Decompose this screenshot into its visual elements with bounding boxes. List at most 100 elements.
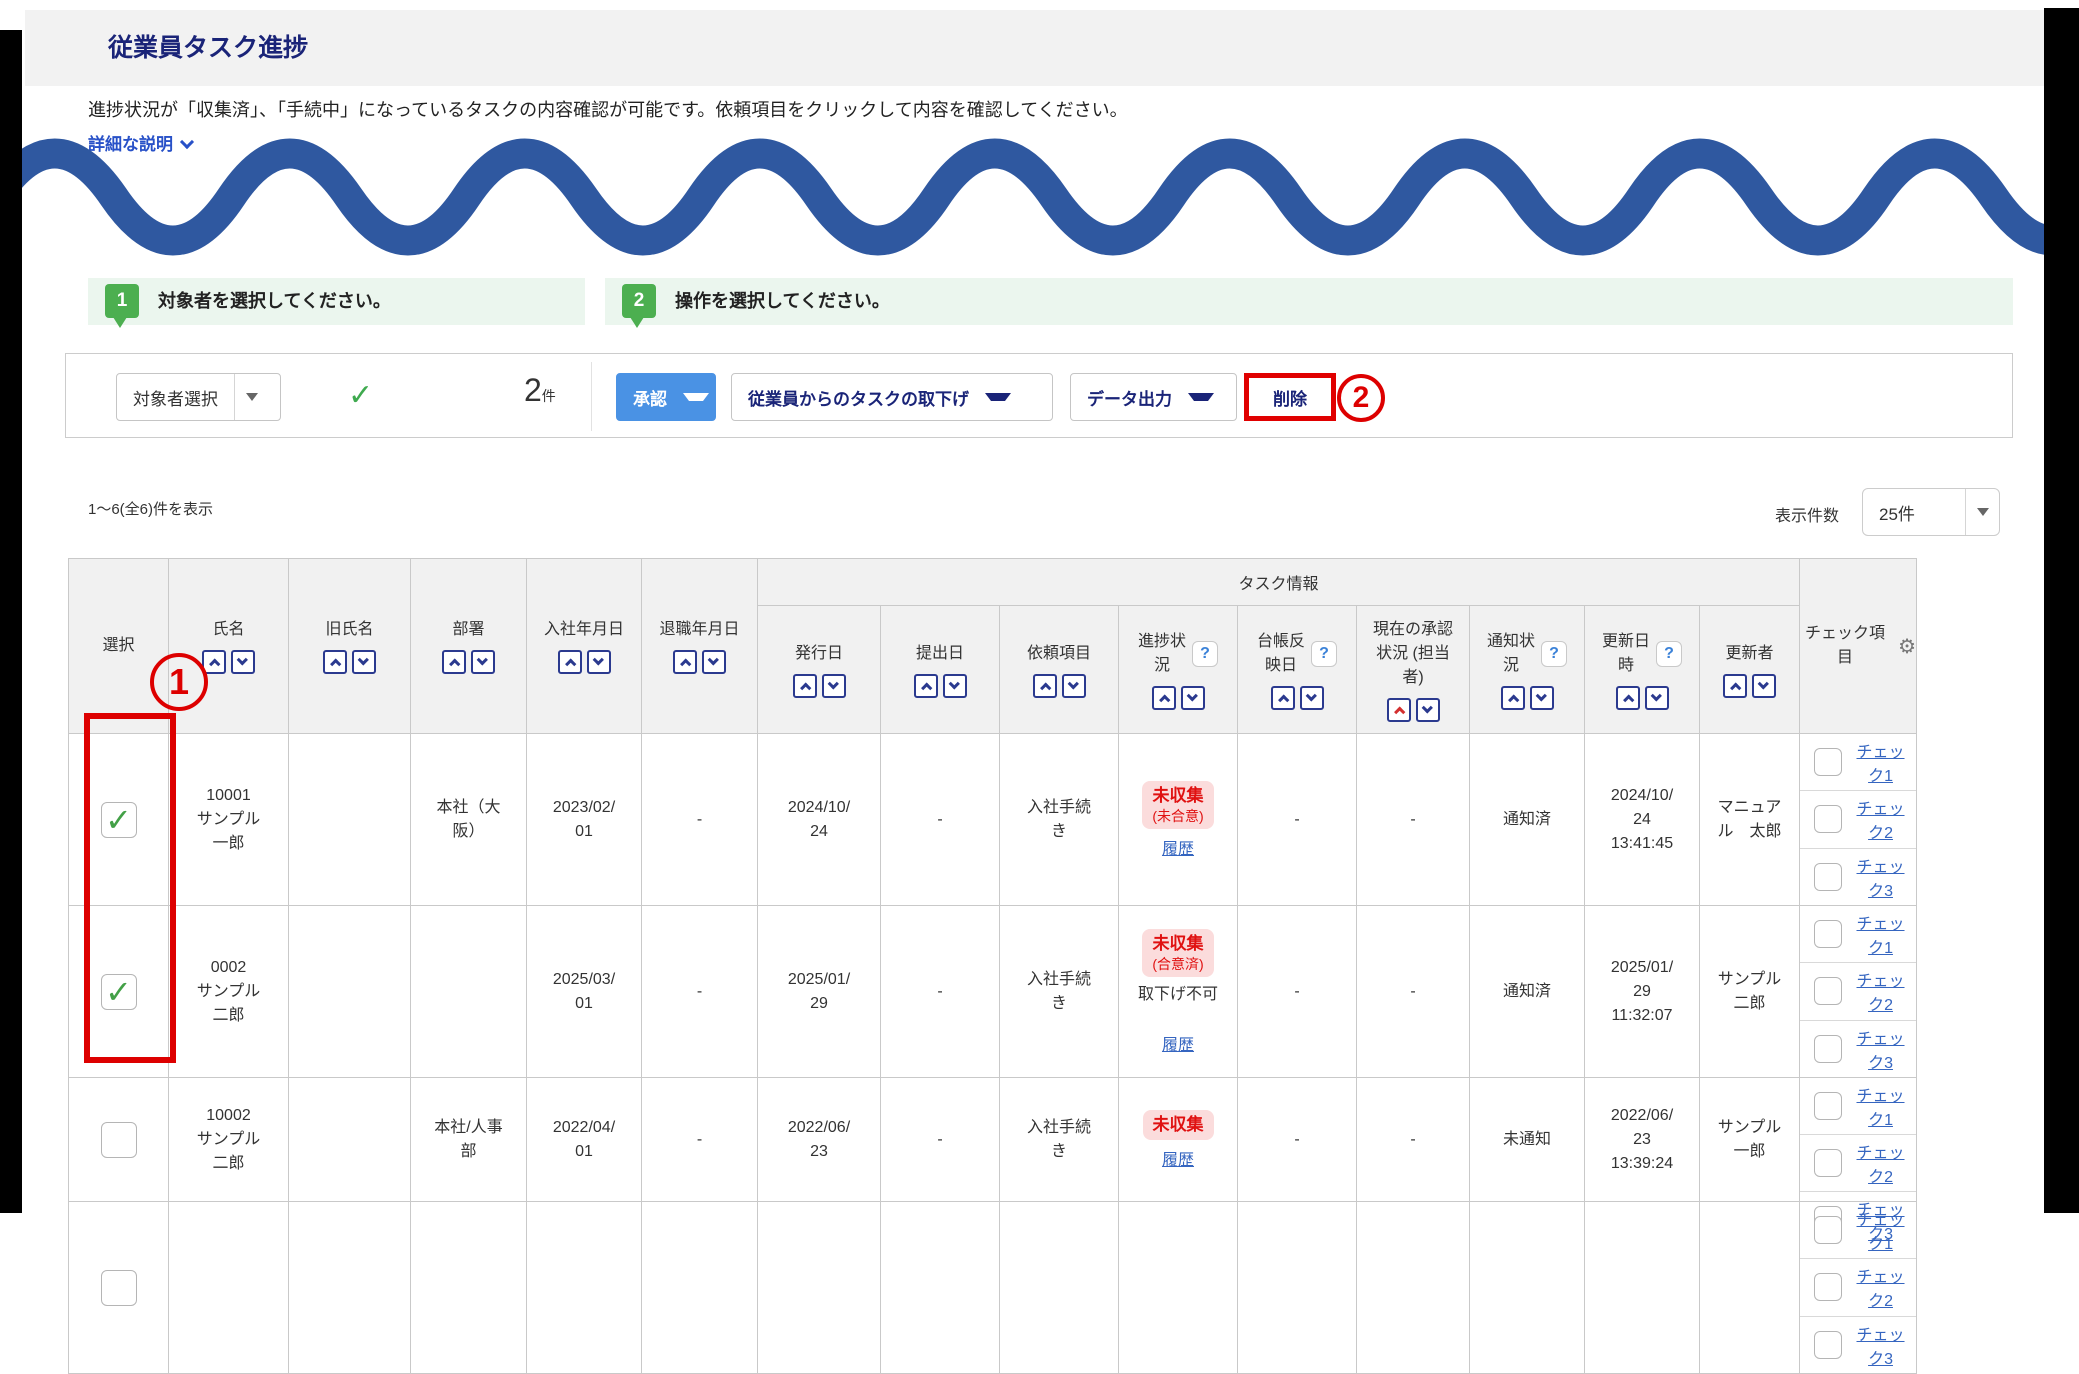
check-item-checkbox[interactable] xyxy=(1814,920,1842,948)
sort-desc-button[interactable] xyxy=(352,650,376,674)
cell-updater: マニュアル 太郎 xyxy=(1700,734,1800,906)
history-link[interactable]: 履歴 xyxy=(1162,1146,1194,1170)
sort-desc-button[interactable] xyxy=(1181,686,1205,710)
col-label-ledger_date: 台帳反映日? xyxy=(1238,630,1356,678)
data-export-button[interactable]: データ出力 xyxy=(1070,373,1237,421)
row-select-checkbox[interactable] xyxy=(101,1122,137,1158)
check-item-checkbox[interactable] xyxy=(1814,977,1842,1005)
selected-count: 2件 xyxy=(524,372,556,409)
sort-desc-button[interactable] xyxy=(471,650,495,674)
chevron-down-icon xyxy=(477,654,488,665)
cell-check_items: チェック1 チェック2 チェック3 xyxy=(1800,734,1917,906)
cell-select xyxy=(69,1202,169,1374)
detail-description-link[interactable]: 詳細な説明 xyxy=(88,130,192,155)
check-item-link[interactable]: チェック1 xyxy=(1853,1082,1908,1130)
sort-asc-button[interactable] xyxy=(1723,674,1747,698)
row-select-checkbox[interactable] xyxy=(101,1270,137,1306)
sort-desc-button[interactable] xyxy=(822,674,846,698)
sort-asc-button[interactable] xyxy=(1616,686,1640,710)
header-row-1: 選択氏名旧氏名部署入社年月日退職年月日タスク情報チェック項目⚙ xyxy=(69,559,1917,606)
dropdown-caret-icon xyxy=(1965,489,1999,535)
sort-desc-button[interactable] xyxy=(1530,686,1554,710)
annotation-circle-2: 2 xyxy=(1337,374,1385,422)
check-item-link[interactable]: チェック1 xyxy=(1853,738,1908,786)
target-select-dropdown[interactable]: 対象者選択 xyxy=(116,373,281,421)
col-label-hire_date: 入社年月日 xyxy=(527,618,641,642)
delete-button[interactable]: 削除 xyxy=(1244,373,1336,421)
col-label-issue_date: 発行日 xyxy=(758,642,880,666)
withdraw-task-button[interactable]: 従業員からのタスクの取下げ xyxy=(731,373,1053,421)
chevron-down-icon xyxy=(180,135,194,149)
chevron-down-icon xyxy=(1535,690,1546,701)
cell-request_item[interactable]: 入社手続き xyxy=(1000,734,1119,906)
check-item-checkbox[interactable] xyxy=(1814,1273,1842,1301)
sort-asc-button[interactable] xyxy=(914,674,938,698)
progress-status-badge: 未収集(合意済) xyxy=(1142,929,1213,977)
cell-retire_date: - xyxy=(642,1078,758,1202)
sort-asc-button[interactable] xyxy=(1387,698,1411,722)
sort-desc-button[interactable] xyxy=(231,650,255,674)
page-title: 従業員タスク進捗 xyxy=(108,10,2044,86)
sort-desc-button[interactable] xyxy=(1416,698,1440,722)
chevron-up-icon xyxy=(330,658,341,669)
check-item-checkbox[interactable] xyxy=(1814,805,1842,833)
sort-asc-button[interactable] xyxy=(1152,686,1176,710)
check-item-link[interactable]: チェック3 xyxy=(1853,1321,1908,1369)
check-item-link[interactable]: チェック2 xyxy=(1853,1139,1908,1187)
check-item-link[interactable]: チェック2 xyxy=(1853,795,1908,843)
check-item-link[interactable]: チェック3 xyxy=(1853,1025,1908,1073)
col-header-hire_date: 入社年月日 xyxy=(527,559,642,734)
chevron-up-icon xyxy=(680,658,691,669)
sort-desc-button[interactable] xyxy=(587,650,611,674)
sort-asc-button[interactable] xyxy=(673,650,697,674)
sort-asc-button[interactable] xyxy=(793,674,817,698)
check-item-link[interactable]: チェック2 xyxy=(1853,1263,1908,1311)
help-icon[interactable]: ? xyxy=(1656,641,1682,667)
check-items-wrap: チェック1チェック2チェック3 xyxy=(1800,1078,1916,1201)
check-item-checkbox[interactable] xyxy=(1814,1035,1842,1063)
check-item-link[interactable]: チェック1 xyxy=(1853,910,1908,958)
check-item-checkbox[interactable] xyxy=(1814,1149,1842,1177)
help-icon[interactable]: ? xyxy=(1192,641,1218,667)
help-icon[interactable]: ? xyxy=(1311,641,1337,667)
cell-department xyxy=(411,906,527,1078)
history-link[interactable]: 履歴 xyxy=(1162,835,1194,859)
col-header-ledger_date: 台帳反映日? xyxy=(1238,606,1357,734)
sort-desc-button[interactable] xyxy=(1062,674,1086,698)
cell-request_item[interactable]: 入社手続き xyxy=(1000,1078,1119,1202)
cell-ledger_date: - xyxy=(1238,1078,1357,1202)
history-link[interactable]: 履歴 xyxy=(1162,1031,1194,1055)
cell-department xyxy=(411,1202,527,1374)
cell-retire_date: - xyxy=(642,906,758,1078)
help-icon[interactable]: ? xyxy=(1541,641,1567,667)
sort-asc-button[interactable] xyxy=(558,650,582,674)
sort-desc-button[interactable] xyxy=(1645,686,1669,710)
check-item-row: チェック2 xyxy=(1800,791,1916,848)
cell-request_item[interactable]: 入社手続き xyxy=(1000,906,1119,1078)
check-item-checkbox[interactable] xyxy=(1814,1092,1842,1120)
sort-asc-button[interactable] xyxy=(1271,686,1295,710)
check-item-checkbox[interactable] xyxy=(1814,1331,1842,1359)
check-item-link[interactable]: チェック1 xyxy=(1853,1206,1908,1254)
annotation-box-select-column xyxy=(84,713,176,1063)
check-item-link[interactable]: チェック2 xyxy=(1853,967,1908,1015)
check-item-checkbox[interactable] xyxy=(1814,1216,1842,1244)
gear-icon[interactable]: ⚙ xyxy=(1898,634,1916,659)
check-item-link[interactable]: チェック3 xyxy=(1853,853,1908,901)
check-item-checkbox[interactable] xyxy=(1814,748,1842,776)
sort-desc-button[interactable] xyxy=(943,674,967,698)
approve-button[interactable]: 承認 xyxy=(616,373,716,421)
sort-asc-button[interactable] xyxy=(1033,674,1057,698)
col-label-select: 選択 xyxy=(69,634,168,658)
sort-controls xyxy=(1000,674,1118,698)
sort-asc-button[interactable] xyxy=(1501,686,1525,710)
sort-desc-button[interactable] xyxy=(1300,686,1324,710)
sort-desc-button[interactable] xyxy=(702,650,726,674)
sort-asc-button[interactable] xyxy=(323,650,347,674)
sort-asc-button[interactable] xyxy=(442,650,466,674)
sort-desc-button[interactable] xyxy=(1752,674,1776,698)
step-2-label: 操作を選択してください。 xyxy=(675,278,890,325)
per-page-select[interactable]: 25件 xyxy=(1862,488,2000,536)
check-item-checkbox[interactable] xyxy=(1814,863,1842,891)
chevron-up-icon xyxy=(800,682,811,693)
